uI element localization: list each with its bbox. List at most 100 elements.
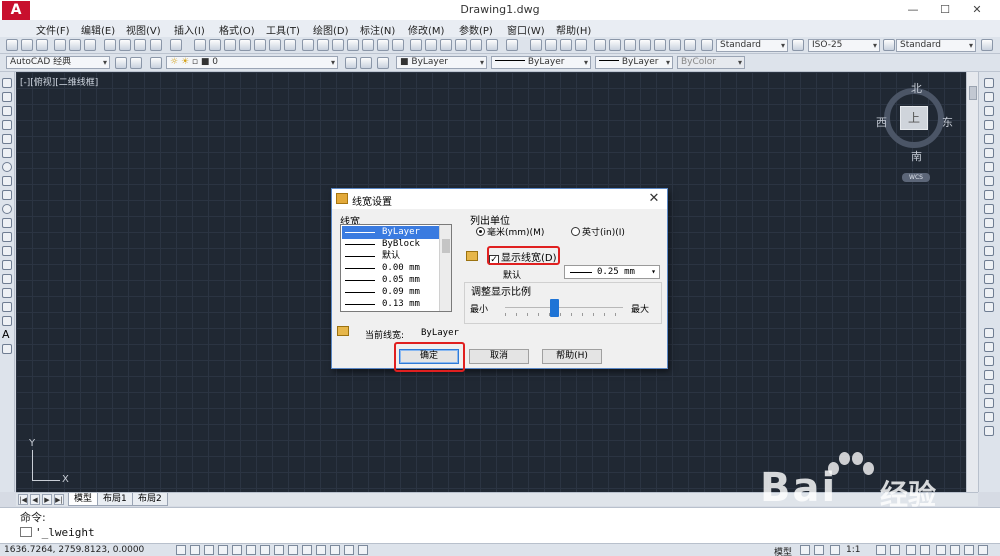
markup-icon[interactable] [254,39,266,51]
zoom-window-icon[interactable] [560,39,572,51]
minimize-button[interactable]: — [898,0,928,20]
compass-south[interactable]: 南 [911,148,922,164]
tab-layout2[interactable]: 布局2 [132,493,168,506]
block-editor-icon[interactable] [470,39,482,51]
plot-icon[interactable] [54,39,66,51]
next-tab-icon[interactable]: ▶ [42,494,52,505]
send-under-icon[interactable] [984,370,994,380]
new-file-icon[interactable] [6,39,18,51]
lineweights-list[interactable]: ByLayer ByBlock 默认 0.00 mm 0.05 mm 0.09 … [340,224,452,312]
trim-icon[interactable] [984,204,994,214]
copy-object-icon[interactable] [984,92,994,102]
rotate-icon[interactable] [984,162,994,172]
dynamic-input-icon[interactable] [302,545,312,555]
lineweight-combo[interactable]: ByLayer ▾ [595,56,673,69]
help-icon-2[interactable] [684,39,696,51]
compass-east[interactable]: 东 [942,114,953,130]
menu-insert[interactable]: 插入(I) [174,22,205,37]
compass-west[interactable]: 西 [876,114,887,130]
open-file-icon-2[interactable] [317,39,329,51]
properties-icon[interactable] [194,39,206,51]
3d-object-snap-icon[interactable] [260,545,270,555]
layer-properties-icon[interactable] [150,57,162,69]
polar-tracking-icon[interactable] [232,545,242,555]
add-selected-icon[interactable] [2,344,12,354]
gradient-icon[interactable] [2,288,12,298]
properties-icon-2[interactable] [594,39,606,51]
quick-properties-icon[interactable] [344,545,354,555]
mirror-icon[interactable] [984,106,994,116]
undo-icon[interactable] [150,39,162,51]
scale-icon[interactable] [984,176,994,186]
zoom-realtime-icon[interactable] [545,39,557,51]
design-center-icon-2[interactable] [609,39,621,51]
sheet-set-icon[interactable] [239,39,251,51]
layer-states-icon[interactable] [377,57,389,69]
publish-icon[interactable] [84,39,96,51]
open-file-icon[interactable] [21,39,33,51]
menu-file[interactable]: 文件(F) [36,22,70,37]
save-icon[interactable] [36,39,48,51]
draw-order-back-icon[interactable] [984,342,994,352]
bring-above-icon[interactable] [984,356,994,366]
zoom-previous-icon[interactable] [575,39,587,51]
copy-icon[interactable] [119,39,131,51]
insert-block-icon[interactable] [2,232,12,242]
undo-icon-2[interactable] [486,39,498,51]
spline-icon[interactable] [2,190,12,200]
menu-view[interactable]: 视图(V) [126,22,161,37]
arc-icon[interactable] [2,148,12,158]
ellipse-arc-icon[interactable] [2,218,12,228]
menu-format[interactable]: 格式(O) [219,22,255,37]
hatch-icon[interactable] [2,274,12,284]
break-at-point-icon[interactable] [984,232,994,242]
point-icon[interactable] [2,260,12,270]
unit-in-radio[interactable]: 英寸(in)(I) [571,225,625,238]
publish-icon-2[interactable] [377,39,389,51]
cut-icon[interactable] [104,39,116,51]
fillet-icon[interactable] [984,288,994,298]
unit-mm-radio[interactable]: 毫米(mm)(M) [476,225,544,238]
markup-icon-2[interactable] [654,39,666,51]
break-icon[interactable] [984,246,994,256]
vertical-scrollbar[interactable] [966,72,978,492]
view-cube[interactable]: 上 北 南 东 西 [876,80,953,163]
layer-previous-icon[interactable] [360,57,372,69]
extend-icon[interactable] [984,218,994,228]
pan-icon[interactable] [530,39,542,51]
calculator-icon[interactable] [269,39,281,51]
cut-icon-2[interactable] [410,39,422,51]
multiline-text-icon[interactable]: A [2,329,12,340]
command-input[interactable]: '_lweight [20,526,95,541]
maximize-button[interactable]: ☐ [930,0,960,20]
preview-icon[interactable] [69,39,81,51]
show-lineweight-icon[interactable] [316,545,326,555]
line-tool-icon[interactable] [2,78,12,88]
ellipse-icon[interactable] [2,204,12,214]
selection-cycling-icon[interactable] [358,545,368,555]
rectangle-icon[interactable] [2,134,12,144]
tool-palette-icon[interactable] [224,39,236,51]
text-style-combo[interactable]: Standard ▾ [716,39,788,52]
help-button[interactable]: 帮助(H) [542,349,602,364]
menu-edit[interactable]: 编辑(E) [81,22,115,37]
workspace-settings-icon[interactable] [115,57,127,69]
table-icon[interactable] [2,316,12,326]
infer-constraints-icon[interactable] [176,545,186,555]
help-icon[interactable] [284,39,296,51]
object-snap-tracking-icon[interactable] [274,545,284,555]
design-center-icon[interactable] [209,39,221,51]
tab-model[interactable]: 模型 [68,493,99,506]
menu-parameter[interactable]: 参数(P) [459,22,493,37]
hatches-to-back-icon[interactable] [984,426,994,436]
new-file-icon-2[interactable] [302,39,314,51]
menu-help[interactable]: 帮助(H) [556,22,591,37]
make-current-layer-icon[interactable] [345,57,357,69]
linetype-combo[interactable]: ByLayer ▾ [491,56,591,69]
scrollbar-thumb[interactable] [969,86,977,100]
redo-icon[interactable] [170,39,182,51]
wcs-menu[interactable]: WCS [902,173,930,182]
paste-icon-2[interactable] [440,39,452,51]
transparency-icon[interactable] [330,545,340,555]
3d-print-icon[interactable] [392,39,404,51]
